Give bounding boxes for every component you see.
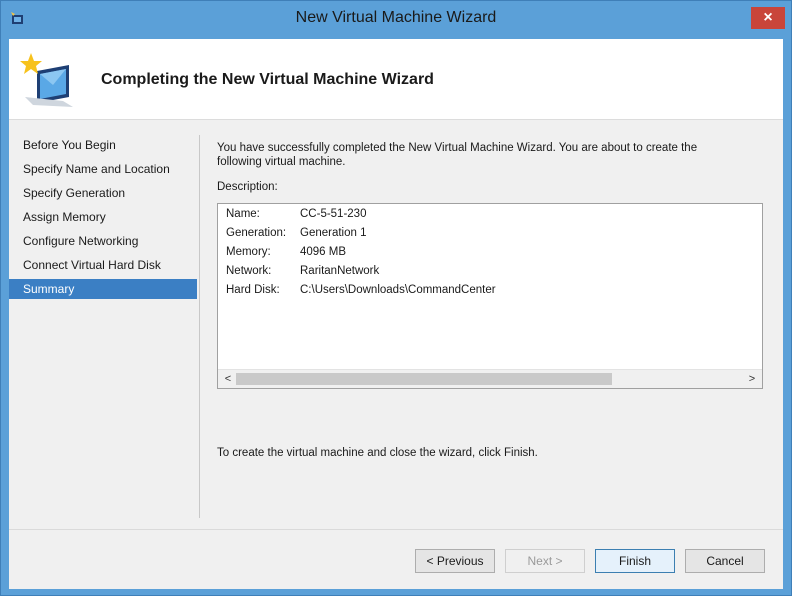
description-key: Network: — [226, 265, 272, 277]
description-key: Name: — [226, 208, 260, 220]
computer-wizard-icon — [15, 45, 77, 111]
wizard-nav: Before You Begin Specify Name and Locati… — [9, 120, 199, 520]
scroll-thumb[interactable] — [236, 373, 612, 385]
wizard-window: New Virtual Machine Wizard × Completing … — [0, 0, 792, 596]
nav-item-configure-networking[interactable]: Configure Networking — [9, 231, 197, 251]
description-value: CC-5-51-230 — [300, 208, 367, 220]
previous-button[interactable]: < Previous — [415, 549, 495, 573]
intro-text: You have successfully completed the New … — [217, 142, 698, 168]
page-title: Completing the New Virtual Machine Wizar… — [101, 71, 434, 88]
description-box[interactable]: Name: CC-5-51-230 Generation: Generation… — [217, 203, 763, 389]
description-key: Hard Disk: — [226, 284, 280, 296]
description-value: Generation 1 — [300, 227, 367, 239]
close-button[interactable]: × — [751, 7, 785, 29]
window-title: New Virtual Machine Wizard — [295, 9, 497, 26]
description-key: Memory: — [226, 246, 271, 258]
title-bar[interactable]: New Virtual Machine Wizard × — [1, 1, 791, 39]
nav-item-summary[interactable]: Summary — [9, 279, 197, 299]
nav-item-assign-memory[interactable]: Assign Memory — [9, 207, 197, 227]
wizard-body: Completing the New Virtual Machine Wizar… — [9, 39, 783, 589]
scroll-right-arrow[interactable]: > — [744, 370, 760, 388]
horizontal-scrollbar[interactable]: < > — [218, 369, 762, 388]
description-value: RaritanNetwork — [300, 265, 380, 277]
cancel-button[interactable]: Cancel — [685, 549, 765, 573]
description-key: Generation: — [226, 227, 287, 239]
nav-item-connect-virtual-hard-disk[interactable]: Connect Virtual Hard Disk — [9, 255, 197, 275]
finish-button[interactable]: Finish — [595, 549, 675, 573]
footer-separator — [9, 529, 783, 530]
nav-item-specify-name-and-location[interactable]: Specify Name and Location — [9, 159, 197, 179]
scroll-left-arrow[interactable]: < — [220, 370, 236, 388]
nav-item-specify-generation[interactable]: Specify Generation — [9, 183, 197, 203]
next-button[interactable]: Next > — [505, 549, 585, 573]
finish-note: To create the virtual machine and close … — [217, 447, 538, 459]
description-label: Description: — [217, 181, 278, 193]
nav-item-before-you-begin[interactable]: Before You Begin — [9, 135, 197, 155]
wizard-header: Completing the New Virtual Machine Wizar… — [9, 39, 783, 120]
description-value: 4096 MB — [300, 246, 347, 258]
description-value: C:\Users\Downloads\CommandCenter — [300, 284, 496, 296]
nav-divider — [199, 135, 200, 518]
